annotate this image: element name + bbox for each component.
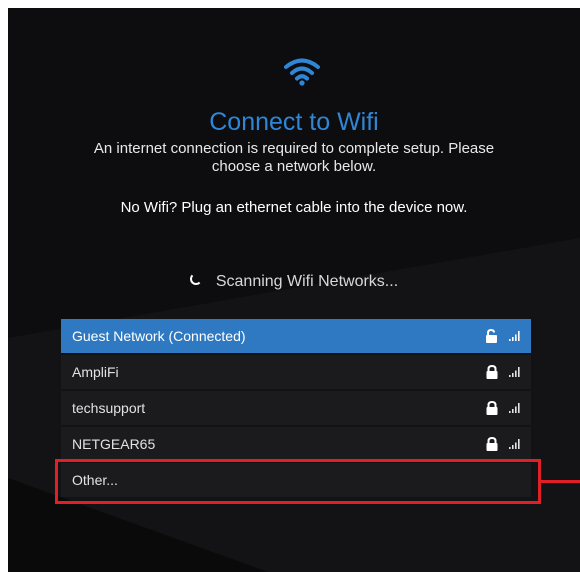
signal-icon <box>509 403 520 413</box>
network-item-guest-network[interactable]: Guest Network (Connected) <box>61 319 531 353</box>
lock-icon <box>486 437 498 451</box>
ethernet-note: No Wifi? Plug an ethernet cable into the… <box>120 199 468 216</box>
network-item-techsupport[interactable]: techsupport <box>61 391 531 425</box>
lock-icon <box>486 401 498 415</box>
scanning-status: Scanning Wifi Networks... <box>8 272 580 292</box>
signal-icon <box>509 331 520 341</box>
spinner-icon <box>189 273 202 285</box>
signal-icon <box>509 439 520 449</box>
setup-screen: Connect to Wifi An internet connection i… <box>8 8 580 572</box>
page-title: Connect to Wifi <box>209 108 379 136</box>
network-label: techsupport <box>72 400 146 416</box>
wifi-icon <box>284 58 320 86</box>
highlight-annotation-box <box>55 459 541 504</box>
signal-icon <box>509 367 520 377</box>
network-label: AmpliFi <box>72 364 119 380</box>
page-subtitle: An internet connection is required to co… <box>93 140 495 175</box>
network-item-amplifi[interactable]: AmpliFi <box>61 355 531 389</box>
network-label: Guest Network (Connected) <box>72 328 246 344</box>
network-item-netgear65[interactable]: NETGEAR65 <box>61 427 531 461</box>
highlight-annotation-line <box>541 480 580 483</box>
unlocked-icon <box>486 329 497 343</box>
scanning-text: Scanning Wifi Networks... <box>215 273 399 290</box>
lock-icon <box>486 365 498 379</box>
network-label: NETGEAR65 <box>72 436 156 452</box>
